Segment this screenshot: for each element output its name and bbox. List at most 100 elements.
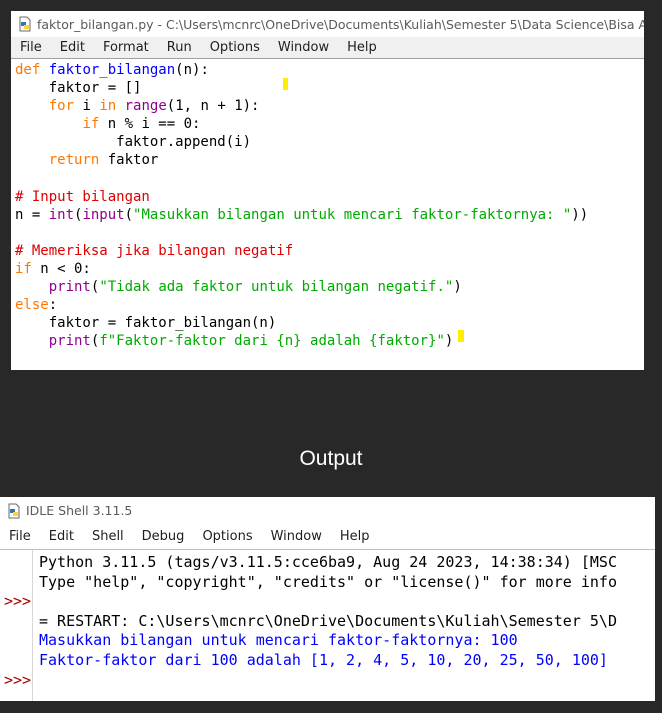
shell-prompt <box>0 631 32 651</box>
code-token: if <box>82 116 100 133</box>
code-token: n = <box>15 206 49 223</box>
shell-prompt <box>0 612 32 632</box>
code-token: faktor <box>99 152 159 169</box>
code-line: faktor.append(i) <box>15 133 644 151</box>
code-line: # Input bilangan <box>15 188 644 206</box>
code-token: faktor.append(i) <box>15 134 252 151</box>
code-token: range <box>124 98 167 115</box>
shell-prompt: >>> <box>4 670 32 689</box>
code-token: def <box>15 62 41 78</box>
bracket-highlight <box>458 330 464 342</box>
shell-menu-edit[interactable]: Edit <box>40 526 83 547</box>
editor-menu-help[interactable]: Help <box>338 37 386 58</box>
code-token: print <box>48 333 91 350</box>
shell-prompt <box>0 553 32 573</box>
shell-output[interactable]: Python 3.11.5 (tags/v3.11.5:cce6ba9, Aug… <box>32 550 655 701</box>
code-line: faktor = faktor_bilangan(n) <box>15 314 644 332</box>
code-line: print("Tidak ada faktor untuk bilangan n… <box>15 278 644 296</box>
shell-prompt <box>0 573 32 593</box>
editor-title: faktor_bilangan.py - C:\Users\mcnrc\OneD… <box>37 16 644 32</box>
prompt-gutter: >>> >>> <box>0 550 32 701</box>
shell-menubar: File Edit Shell Debug Options Window Help <box>0 524 655 549</box>
code-token: ) <box>444 333 454 350</box>
code-token: faktor_bilangan <box>48 62 176 78</box>
code-token: i <box>74 98 100 115</box>
code-line: if n < 0: <box>15 260 644 278</box>
code-token: int <box>48 206 75 223</box>
code-token: print <box>48 279 91 296</box>
code-token: if <box>15 261 32 278</box>
shell-console[interactable]: >>> >>> Python 3.11.5 (tags/v3.11.5:cce6b… <box>0 549 655 701</box>
editor-menu-options[interactable]: Options <box>201 37 269 58</box>
code-line: faktor = [] <box>15 79 644 97</box>
shell-menu-shell[interactable]: Shell <box>83 526 133 547</box>
code-line: return faktor <box>15 151 644 169</box>
code-token: # Memeriksa jika bilangan negatif <box>15 242 294 259</box>
code-token: "Tidak ada faktor untuk bilangan negatif… <box>99 279 454 296</box>
shell-title: IDLE Shell 3.11.5 <box>26 503 133 518</box>
code-line: print(f"Faktor-faktor dari {n} adalah {f… <box>15 332 644 350</box>
editor-titlebar[interactable]: faktor_bilangan.py - C:\Users\mcnrc\OneD… <box>11 11 644 37</box>
shell-line: Faktor-faktor dari 100 adalah [1, 2, 4, … <box>39 650 608 669</box>
output-label: Output <box>299 447 363 470</box>
code-line: def faktor_bilangan(n): <box>15 61 644 79</box>
shell-menu-file[interactable]: File <box>0 526 40 547</box>
shell-menu-help[interactable]: Help <box>331 526 379 547</box>
shell-window: IDLE Shell 3.11.5 File Edit Shell Debug Opti… <box>0 497 655 701</box>
code-token: ) <box>453 279 462 296</box>
code-token: ( <box>124 206 134 223</box>
editor-menu-edit[interactable]: Edit <box>51 37 94 58</box>
python-file-icon <box>19 16 31 32</box>
shell-line: Masukkan bilangan untuk mencari faktor-f… <box>39 631 518 650</box>
editor-menu-window[interactable]: Window <box>269 37 338 58</box>
shell-prompt <box>0 651 32 671</box>
code-line: for i in range(1, n + 1): <box>15 97 644 115</box>
shell-line: Type "help", "copyright", "credits" or "… <box>39 572 617 591</box>
code-token: )) <box>571 206 589 223</box>
code-token: (n): <box>175 62 209 78</box>
editor-window: faktor_bilangan.py - C:\Users\mcnrc\OneD… <box>11 11 644 370</box>
editor-menu-run[interactable]: Run <box>158 37 201 58</box>
code-token: "Masukkan bilangan untuk mencari faktor-… <box>133 206 572 223</box>
editor-menu-file[interactable]: File <box>11 37 51 58</box>
shell-titlebar[interactable]: IDLE Shell 3.11.5 <box>0 497 655 524</box>
editor-menu-format[interactable]: Format <box>94 37 158 58</box>
code-token: (1, n + 1): <box>166 98 260 115</box>
editor-menubar: File Edit Format Run Options Window Help <box>11 37 644 58</box>
code-line: n = int(input("Masukkan bilangan untuk m… <box>15 206 644 224</box>
code-line: # Memeriksa jika bilangan negatif <box>15 242 644 260</box>
shell-line: = RESTART: C:\Users\mcnrc\OneDrive\Docum… <box>39 611 617 630</box>
code-line: else: <box>15 296 644 314</box>
code-token: else <box>15 297 49 314</box>
code-token: return <box>48 152 100 169</box>
code-token: n % i == 0: <box>99 116 201 133</box>
text-cursor <box>283 78 288 90</box>
code-token: input <box>82 206 125 223</box>
shell-menu-window[interactable]: Window <box>262 526 331 547</box>
code-line: if n % i == 0: <box>15 115 644 133</box>
code-token: for <box>48 98 75 115</box>
code-token: faktor = faktor_bilangan(n) <box>15 315 277 332</box>
shell-line: Python 3.11.5 (tags/v3.11.5:cce6ba9, Aug… <box>39 553 617 571</box>
code-token: faktor = [] <box>15 80 142 97</box>
code-token: n < 0: <box>31 261 91 278</box>
shell-menu-options[interactable]: Options <box>193 526 261 547</box>
shell-prompt: >>> <box>4 592 32 611</box>
code-token: f"Faktor-faktor dari {n} adalah {faktor}… <box>99 333 445 350</box>
python-shell-icon <box>8 503 20 518</box>
shell-menu-debug[interactable]: Debug <box>133 526 194 547</box>
code-editor[interactable]: def faktor_bilangan(n): faktor = [] for … <box>11 58 644 370</box>
code-token: in <box>99 98 117 115</box>
code-token: # Input bilangan <box>15 188 150 205</box>
